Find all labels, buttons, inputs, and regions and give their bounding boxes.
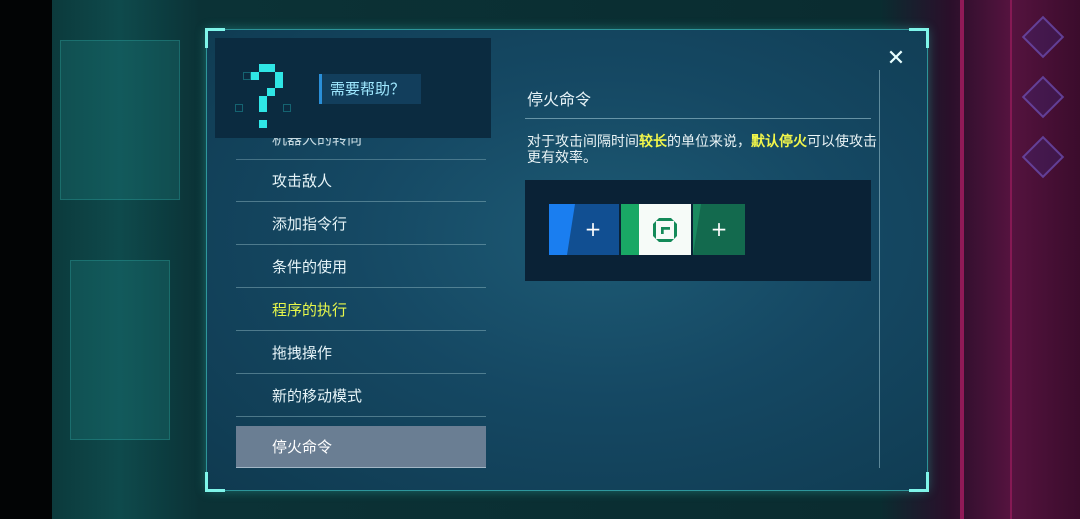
cease-fire-card bbox=[639, 204, 691, 255]
help-header: 需要帮助？ bbox=[215, 38, 491, 138]
background-structure bbox=[60, 40, 180, 200]
left-letterbox bbox=[0, 0, 52, 519]
topic-item-cease-fire[interactable]: 停火命令 bbox=[236, 426, 486, 468]
topic-item-attack-enemy[interactable]: 攻击敌人 bbox=[236, 160, 486, 202]
cease-fire-icon bbox=[653, 218, 677, 242]
help-dialog: ✕ 需要帮助？ 机器人的转向 攻击敌人 添加指令行 条件的使用 程序的执行 拖拽… bbox=[205, 28, 929, 492]
close-button[interactable]: ✕ bbox=[883, 46, 909, 72]
question-mark-icon bbox=[235, 64, 305, 134]
background-line bbox=[1010, 0, 1012, 519]
background-diamond bbox=[1021, 15, 1065, 59]
topic-item-program-execution[interactable]: 程序的执行 bbox=[236, 289, 486, 331]
frame-corner bbox=[909, 28, 929, 48]
add-command-slot: + bbox=[693, 204, 745, 255]
topic-item-drag-operation[interactable]: 拖拽操作 bbox=[236, 332, 486, 374]
topic-item-new-move-mode[interactable]: 新的移动模式 bbox=[236, 375, 486, 417]
content-divider bbox=[525, 118, 871, 119]
command-block-tab bbox=[621, 204, 639, 255]
topic-item-robot-turning[interactable]: 机器人的转向 bbox=[236, 138, 486, 160]
topic-item-add-command-line[interactable]: 添加指令行 bbox=[236, 203, 486, 245]
background-structure bbox=[70, 260, 170, 440]
background-diamond bbox=[1021, 75, 1065, 119]
help-title: 需要帮助？ bbox=[319, 74, 421, 104]
topic-item-condition-usage[interactable]: 条件的使用 bbox=[236, 246, 486, 288]
background-line bbox=[960, 0, 964, 519]
content-title: 停火命令 bbox=[527, 90, 592, 109]
command-demo-panel: + + bbox=[525, 180, 871, 281]
content-scroll-track[interactable] bbox=[879, 70, 880, 468]
highlight-text: 较长 bbox=[639, 134, 667, 150]
content-description: 对于攻击间隔时间较长的单位来说，默认停火可以使攻击更有效率。 bbox=[527, 134, 877, 166]
command-block-tab bbox=[549, 204, 567, 255]
frame-corner bbox=[909, 472, 929, 492]
highlight-text: 默认停火 bbox=[751, 134, 807, 150]
background-diamond bbox=[1021, 135, 1065, 179]
add-command-slot: + bbox=[567, 204, 619, 255]
topic-list[interactable]: 机器人的转向 攻击敌人 添加指令行 条件的使用 程序的执行 拖拽操作 新的移动模… bbox=[236, 138, 486, 468]
frame-corner bbox=[205, 472, 225, 492]
